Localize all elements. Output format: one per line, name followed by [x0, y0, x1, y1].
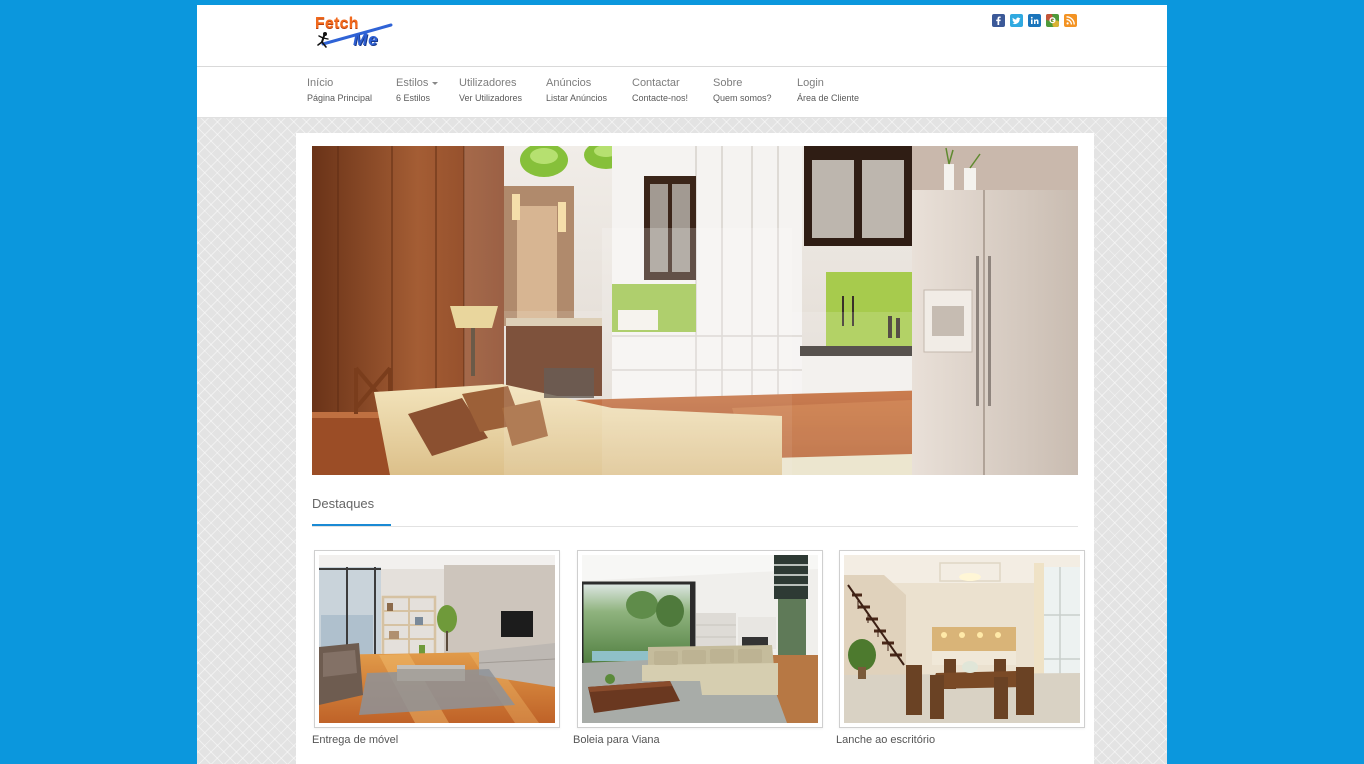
nav-item-label: Estilos: [396, 77, 429, 89]
nav-item-label: Início: [307, 77, 334, 89]
nav-item-subtitle: Área de Cliente: [797, 93, 860, 103]
featured-thumb-1[interactable]: [314, 550, 560, 728]
featured-thumb-3[interactable]: [839, 550, 1085, 728]
nav-item-subtitle: Quem somos?: [713, 93, 772, 103]
logo-text-me: Me: [353, 30, 379, 49]
nav-item-utilizadores[interactable]: Utilizadores Ver Utilizadores: [459, 77, 522, 104]
hero-slide-image: [312, 146, 1078, 475]
featured-divider: [312, 526, 1078, 527]
nav-item-label-row: Estilos: [396, 77, 439, 90]
nav-item-sobre[interactable]: Sobre Quem somos?: [713, 77, 772, 104]
google-plus-icon[interactable]: [1046, 14, 1059, 27]
social-links: [992, 14, 1077, 27]
featured-thumb-image: [582, 555, 818, 723]
nav-item-subtitle: 6 Estilos: [396, 93, 431, 103]
featured-caption-3[interactable]: Lanche ao escritório: [836, 734, 935, 747]
main-nav: Início Página Principal Estilos 6 Estilo…: [197, 67, 1167, 118]
nav-item-subtitle: Página Principal: [307, 93, 373, 103]
nav-item-subtitle: Contacte-nos!: [632, 93, 689, 103]
featured-caption-1[interactable]: Entrega de móvel: [312, 734, 398, 747]
rss-icon[interactable]: [1064, 14, 1077, 27]
featured-thumb-image: [319, 555, 555, 723]
site-container: Fetch Me Início Página Principal Estilos…: [197, 5, 1167, 764]
facebook-icon[interactable]: [992, 14, 1005, 27]
nav-item-anuncios[interactable]: Anúncios Listar Anúncios: [546, 77, 607, 104]
nav-item-contactar[interactable]: Contactar Contacte-nos!: [632, 77, 688, 104]
nav-item-label: Anúncios: [546, 77, 592, 89]
nav-item-label: Contactar: [632, 77, 680, 89]
nav-item-subtitle: Listar Anúncios: [546, 93, 608, 103]
nav-item-login[interactable]: Login Área de Cliente: [797, 77, 859, 104]
featured-caption-2[interactable]: Boleia para Viana: [573, 734, 660, 747]
linkedin-icon[interactable]: [1028, 14, 1041, 27]
featured-thumb-2[interactable]: [577, 550, 823, 728]
nav-item-estilos[interactable]: Estilos 6 Estilos: [396, 77, 439, 104]
caret-down-icon: [432, 81, 439, 85]
twitter-icon[interactable]: [1010, 14, 1023, 27]
nav-item-label: Login: [797, 77, 824, 89]
site-header: Fetch Me: [197, 5, 1167, 67]
featured-heading: Destaques: [312, 496, 375, 511]
featured-heading-underline: [312, 524, 391, 526]
nav-item-label: Utilizadores: [459, 77, 517, 89]
main-content: Destaques Entrega de móvel Boleia para V…: [296, 133, 1094, 764]
nav-item-subtitle: Ver Utilizadores: [459, 93, 523, 103]
nav-item-inicio[interactable]: Início Página Principal: [307, 77, 372, 104]
nav-item-label: Sobre: [713, 77, 743, 89]
featured-thumb-image: [844, 555, 1080, 723]
site-logo[interactable]: Fetch Me: [315, 14, 397, 52]
